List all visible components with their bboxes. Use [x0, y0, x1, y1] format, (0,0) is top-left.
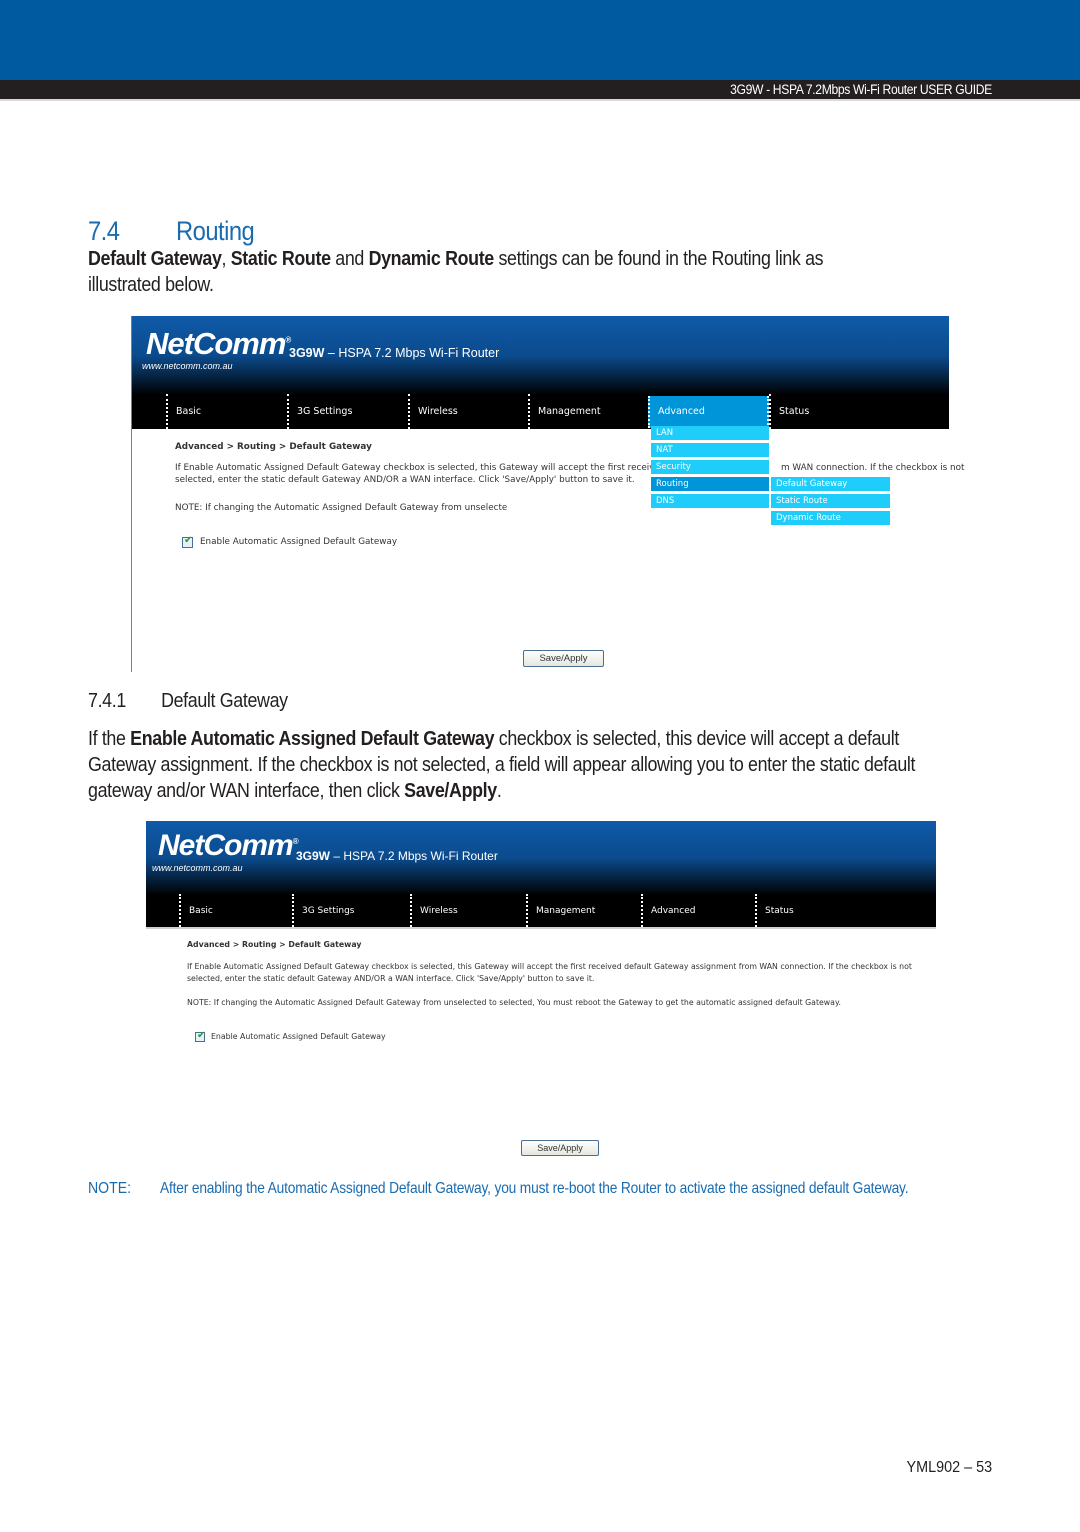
note-text: NOTE: If changing the Automatic Assigned… [187, 998, 841, 1007]
section-title: 7.4 Routing [88, 216, 255, 247]
router-screenshot-default-gateway: NetComm® www.netcomm.com.au 3G9W – HSPA … [146, 821, 936, 1161]
section-title-text: Routing [176, 216, 255, 246]
netcomm-logo: NetComm® [146, 326, 291, 361]
subsection-paragraph-line2: Gateway assignment. If the checkbox is n… [88, 753, 916, 776]
text: settings can be found in the Routing lin… [493, 247, 824, 270]
logo-url: www.netcomm.com.au [152, 863, 243, 873]
dropdown-item-dns[interactable]: DNS [651, 494, 769, 509]
product-name: 3G9W – HSPA 7.2 Mbps Wi-Fi Router [289, 346, 500, 360]
product-name: 3G9W – HSPA 7.2 Mbps Wi-Fi Router [296, 849, 498, 863]
banner-divider [146, 927, 936, 929]
text: If the [88, 727, 131, 750]
description-line2: selected, enter the static default Gatew… [187, 974, 595, 983]
subsection-paragraph-line3: gateway and/or WAN interface, then click… [88, 778, 502, 804]
dropdown-item-routing[interactable]: Routing [651, 477, 769, 492]
subsection-title: 7.4.1 Default Gateway [88, 689, 288, 713]
description-line2: selected, enter the static default Gatew… [175, 475, 635, 485]
guide-title: 3G9W - HSPA 7.2Mbps Wi-Fi Router USER GU… [730, 82, 992, 97]
router-nav-bar: Basic 3G Settings Wireless Management Ad… [146, 894, 936, 927]
intro-paragraph-line2: illustrated below. [88, 273, 214, 296]
page-number: YML902 – 53 [906, 1459, 992, 1476]
subsection-title-text: Default Gateway [161, 689, 288, 712]
enable-auto-gateway-checkbox[interactable] [182, 535, 193, 548]
bold-term: Enable Automatic Assigned Default Gatewa… [130, 727, 495, 750]
nav-basic[interactable]: Basic [179, 894, 292, 927]
enable-auto-gateway-checkbox[interactable] [195, 1030, 205, 1042]
bold-term: Static Route [230, 247, 331, 270]
text: checkbox is selected, this device will a… [494, 727, 900, 750]
breadcrumb: Advanced > Routing > Default Gateway [175, 442, 372, 452]
bold-term: Save/Apply [404, 779, 497, 802]
bold-term: Dynamic Route [368, 247, 495, 270]
router-nav-bar: Basic 3G Settings Wireless Management St… [132, 394, 949, 429]
note-text: After enabling the Automatic Assigned De… [160, 1180, 909, 1197]
nav-status[interactable]: Status [755, 894, 869, 927]
text: , [221, 247, 231, 270]
text: and [330, 247, 369, 270]
intro-paragraph-line1: Default Gateway, Static Route and Dynami… [88, 246, 824, 272]
description-line1-end: m WAN connection. If the checkbox is not [781, 463, 965, 473]
save-apply-button[interactable]: Save/Apply [521, 1140, 599, 1156]
header-band [0, 0, 1080, 80]
description-line1: If Enable Automatic Assigned Default Gat… [187, 962, 912, 971]
description-line1: If Enable Automatic Assigned Default Gat… [175, 463, 683, 473]
header-bar: 3G9W - HSPA 7.2Mbps Wi-Fi Router USER GU… [0, 80, 1080, 101]
section-number: 7.4 [88, 216, 120, 246]
nav-wireless[interactable]: Wireless [410, 894, 524, 927]
nav-management[interactable]: Management [526, 894, 640, 927]
nav-management[interactable]: Management [528, 394, 648, 429]
nav-wireless[interactable]: Wireless [408, 394, 528, 429]
dropdown-item-security[interactable]: Security [651, 460, 769, 475]
dropdown-item-lan[interactable]: LAN [651, 426, 769, 441]
checkbox-label: Enable Automatic Assigned Default Gatewa… [211, 1032, 386, 1041]
netcomm-logo: NetComm® [158, 829, 299, 862]
dropdown-item-nat[interactable]: NAT [651, 443, 769, 458]
nav-3g-settings[interactable]: 3G Settings [287, 394, 407, 429]
submenu-item-default-gateway[interactable]: Default Gateway [771, 477, 890, 492]
router-screenshot-routing-menu: NetComm® www.netcomm.com.au 3G9W – HSPA … [131, 316, 964, 672]
breadcrumb: Advanced > Routing > Default Gateway [187, 940, 362, 949]
submenu-item-static-route[interactable]: Static Route [771, 494, 890, 509]
nav-status[interactable]: Status [769, 394, 889, 429]
submenu-item-dynamic-route[interactable]: Dynamic Route [771, 511, 890, 526]
text: . [496, 779, 502, 802]
nav-advanced[interactable]: Advanced [641, 894, 755, 927]
note-label: NOTE: [88, 1180, 132, 1197]
subsection-paragraph-line1: If the Enable Automatic Assigned Default… [88, 726, 899, 752]
logo-url: www.netcomm.com.au [142, 361, 233, 371]
nav-advanced-active[interactable]: Advanced [648, 396, 769, 428]
save-apply-button[interactable]: Save/Apply [523, 650, 604, 667]
subsection-number: 7.4.1 [88, 689, 126, 712]
text: gateway and/or WAN interface, then click [88, 779, 405, 802]
nav-basic[interactable]: Basic [166, 394, 286, 429]
checkbox-label: Enable Automatic Assigned Default Gatewa… [200, 537, 398, 547]
bold-term: Default Gateway [88, 247, 222, 270]
nav-3g-settings[interactable]: 3G Settings [292, 894, 406, 927]
